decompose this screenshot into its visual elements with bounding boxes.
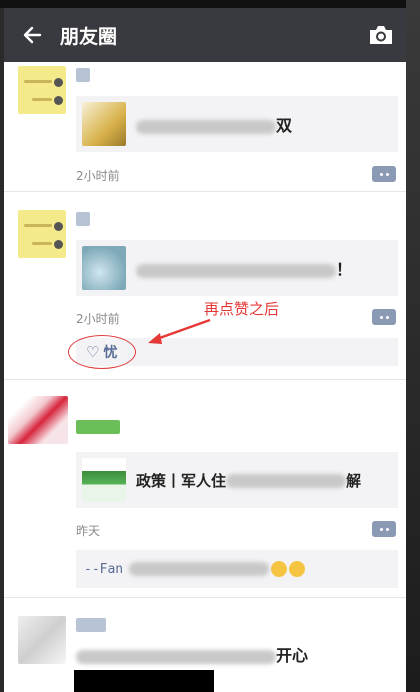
shared-link-title: ！ — [136, 256, 352, 280]
shared-link-title: 双 — [136, 112, 292, 136]
back-arrow-icon — [23, 26, 42, 44]
nickname-blurred[interactable] — [76, 618, 106, 632]
avatar[interactable] — [18, 210, 66, 258]
camera-icon — [370, 26, 392, 44]
post-time: 昨天 — [76, 524, 101, 538]
nickname-blurred[interactable] — [76, 420, 120, 434]
shared-link-title-tail: 双 — [276, 116, 293, 135]
annotation-arrow — [148, 318, 211, 344]
blurred-text — [129, 562, 270, 576]
post-time: 2小时前 — [76, 169, 120, 183]
comment-like-button[interactable] — [372, 309, 396, 325]
status-bar — [0, 0, 420, 8]
background-app-edge — [406, 0, 420, 692]
blurred-text — [136, 119, 276, 134]
post-time: 2小时前 — [76, 312, 120, 326]
nickname-blurred[interactable] — [76, 212, 90, 226]
post-text: 开心 — [76, 642, 308, 666]
moment-post: ！ 2小时前 ♡ 忧 — [4, 192, 406, 380]
annotation-text: 再点赞之后 — [204, 300, 280, 318]
link-thumbnail — [82, 458, 126, 502]
camera-button[interactable] — [366, 20, 396, 50]
shared-link-title-tail: ！ — [336, 260, 353, 279]
post-text-tail: 开心 — [276, 646, 309, 665]
moment-post: 双 2小时前 — [4, 62, 406, 192]
comment-list: --Fan — [76, 550, 398, 588]
commenter-name[interactable]: --Fan — [84, 562, 123, 577]
moment-post: 开心 — [4, 598, 406, 692]
blurred-text — [76, 649, 276, 664]
shared-link-title-tail: 解 — [346, 471, 362, 490]
back-button[interactable] — [4, 8, 60, 62]
post-image[interactable] — [74, 670, 214, 692]
shared-link-card[interactable]: ！ — [76, 240, 398, 296]
avatar[interactable] — [18, 66, 66, 114]
comment-like-button[interactable] — [372, 166, 396, 182]
shared-link-card[interactable]: 双 — [76, 96, 398, 152]
shared-link-title: 政策丨军人住 解 — [136, 470, 361, 491]
moments-feed[interactable]: 双 2小时前 ！ 2小时前 ♡ 忧 再点赞之后 政策丨军人住 解 昨天 --Fa… — [4, 62, 406, 692]
annotation-circle — [68, 335, 136, 369]
nickname-blurred[interactable] — [76, 68, 90, 82]
emoji-icon — [289, 561, 306, 577]
comment-like-button[interactable] — [372, 521, 396, 537]
moment-post: 政策丨军人住 解 昨天 --Fan — [4, 380, 406, 598]
shared-link-card[interactable]: 政策丨军人住 解 — [76, 452, 398, 508]
avatar[interactable] — [8, 396, 68, 444]
title-bar: 朋友圈 — [4, 8, 406, 62]
emoji-icon — [271, 561, 288, 577]
link-thumbnail — [82, 102, 126, 146]
shared-link-title-head: 政策丨军人住 — [136, 471, 227, 490]
avatar[interactable] — [18, 616, 66, 664]
blurred-text — [226, 474, 347, 488]
page-title: 朋友圈 — [60, 25, 118, 48]
link-thumbnail — [82, 246, 126, 290]
blurred-text — [136, 263, 336, 278]
